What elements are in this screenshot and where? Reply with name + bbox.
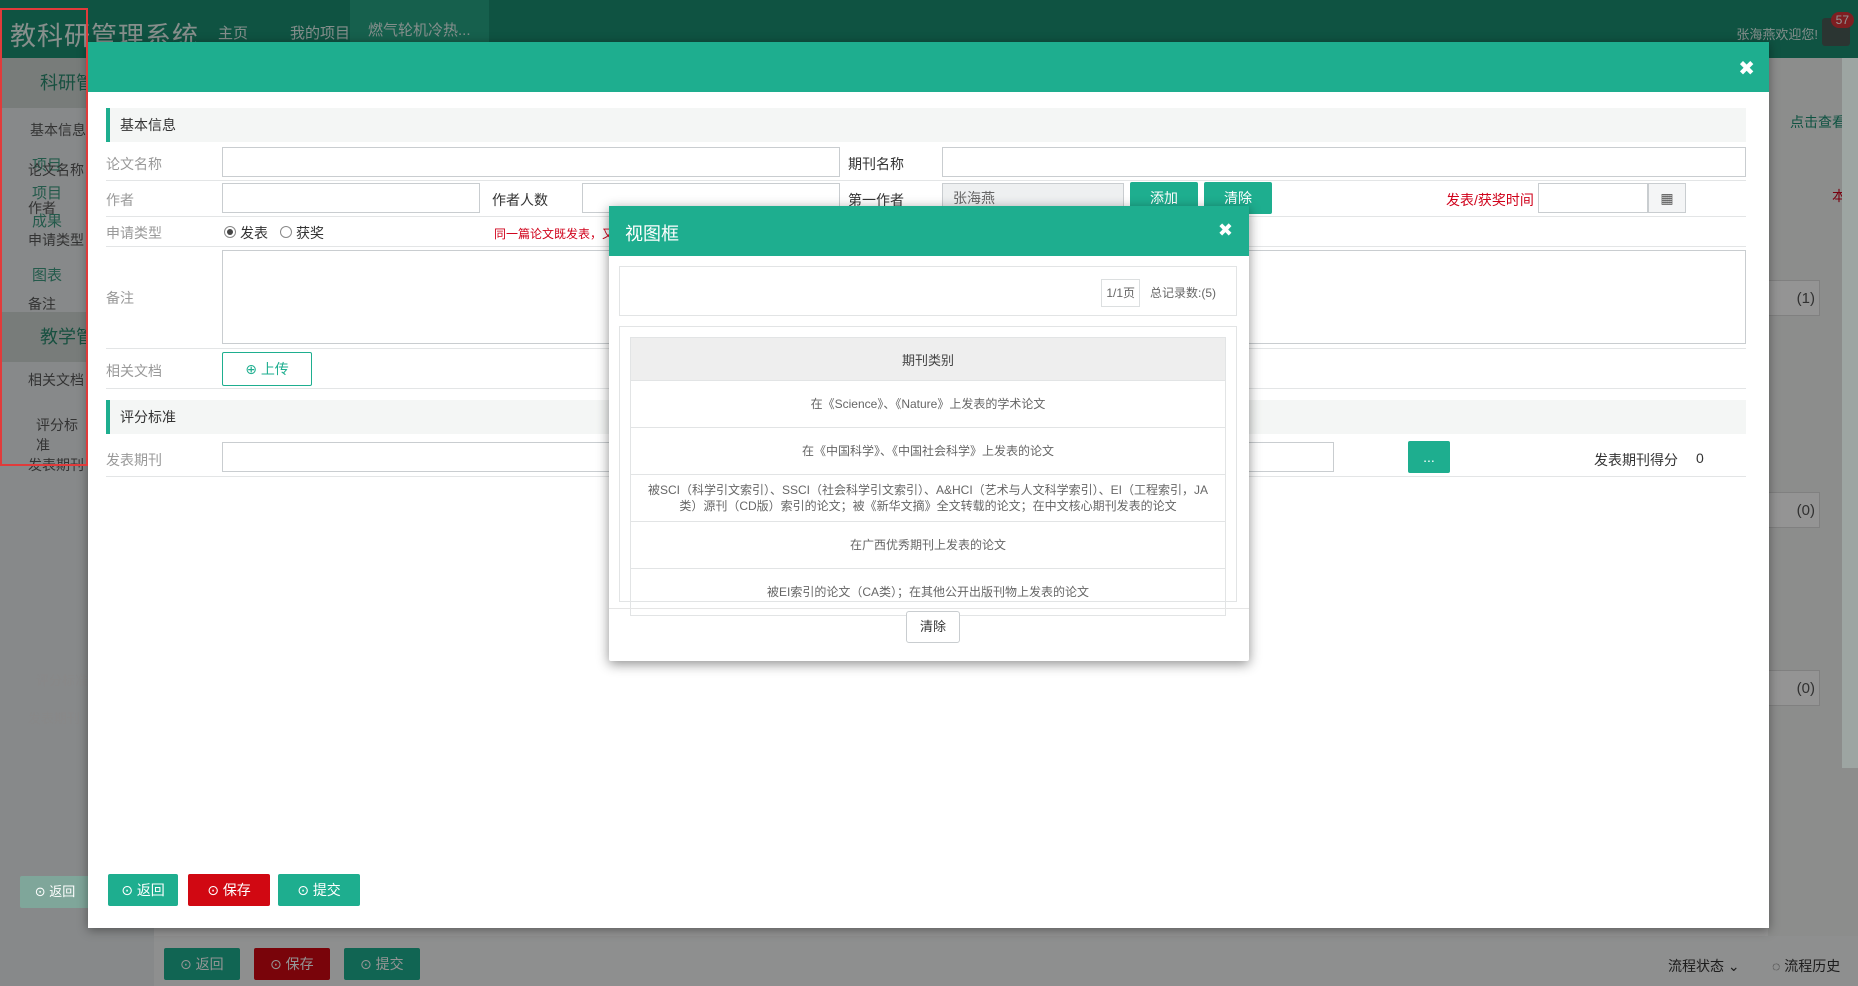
section-basic-info: 基本信息 xyxy=(106,108,1746,142)
modal-header: ✖ xyxy=(88,42,1769,92)
column-header-category: 期刊类别 xyxy=(630,337,1226,381)
label-remark: 备注 xyxy=(106,290,134,306)
table-cell[interactable]: 在广西优秀期刊上发表的论文 xyxy=(630,521,1226,569)
radio-award[interactable] xyxy=(280,226,292,238)
dialog-header: 视图框 ✖ xyxy=(609,206,1249,256)
dialog-clear-button[interactable]: 清除 xyxy=(906,611,960,643)
highlight-outline xyxy=(0,8,88,466)
ghost-score-2: 评分标准 xyxy=(36,673,89,688)
paper-name-input[interactable] xyxy=(222,147,840,177)
upload-button[interactable]: ⊕ 上传 xyxy=(222,352,312,386)
table-row[interactable]: 在《Science》、《Nature》上发表的学术论文 xyxy=(630,380,1226,428)
journal-picker-button[interactable]: ... xyxy=(1408,441,1450,473)
category-list: 期刊类别 在《Science》、《Nature》上发表的学术论文 在《中国科学》… xyxy=(619,326,1237,616)
radio-award-label: 获奖 xyxy=(296,225,324,241)
label-paper-name: 论文名称 xyxy=(106,156,162,172)
label-journal-score: 发表期刊得分 xyxy=(1594,452,1678,468)
pager: 1/1页 总记录数:(5) xyxy=(619,266,1237,316)
table-cell[interactable]: 在《Science》、《Nature》上发表的学术论文 xyxy=(630,380,1226,428)
category-table: 期刊类别 在《Science》、《Nature》上发表的学术论文 在《中国科学》… xyxy=(630,337,1226,616)
close-icon[interactable]: ✖ xyxy=(1738,56,1755,81)
pager-total: 总记录数:(5) xyxy=(1149,286,1216,300)
label-journal: 发表期刊 xyxy=(106,452,162,468)
ghost-back-label: 返回 xyxy=(49,884,76,899)
modal-back-label: 返回 xyxy=(136,882,165,898)
modal-save-label: 保存 xyxy=(222,882,251,898)
page-scrollbar[interactable] xyxy=(1842,58,1858,768)
table-row[interactable]: 被SCI（科学引文索引）、SSCI（社会科学引文索引）、A&HCI（艺术与人文科… xyxy=(630,474,1226,522)
dialog-divider xyxy=(609,608,1249,609)
table-row[interactable]: 在广西优秀期刊上发表的论文 xyxy=(630,521,1226,569)
label-author-count: 作者人数 xyxy=(492,192,548,208)
plus-circle-icon: ⊕ xyxy=(245,361,257,377)
author-input[interactable] xyxy=(222,183,480,213)
upload-label: 上传 xyxy=(260,361,289,377)
calendar-icon[interactable]: ▦ xyxy=(1648,183,1686,213)
ghost-journal-2: 发表期刊 xyxy=(28,711,81,726)
ghost-back-button[interactable]: ⊙ 返回 xyxy=(20,876,90,908)
pub-time-input[interactable] xyxy=(1538,183,1648,213)
modal-submit-button[interactable]: ⊙ 提交 xyxy=(278,874,360,906)
label-author: 作者 xyxy=(106,192,134,208)
label-journal-name: 期刊名称 xyxy=(848,156,904,172)
modal-back-button[interactable]: ⊙ 返回 xyxy=(108,874,178,906)
radio-publish-label: 发表 xyxy=(240,225,268,241)
table-cell[interactable]: 在《中国科学》、《中国社会科学》上发表的论文 xyxy=(630,427,1226,475)
pager-page[interactable]: 1/1页 xyxy=(1101,279,1140,307)
dialog-title: 视图框 xyxy=(625,224,679,244)
table-cell[interactable]: 被SCI（科学引文索引）、SSCI（社会科学引文索引）、A&HCI（艺术与人文科… xyxy=(630,474,1226,522)
row-paper-journal: 论文名称 期刊名称 xyxy=(106,144,1746,181)
duplicate-warning: 同一篇论文既发表，又获 xyxy=(494,227,627,241)
modal-save-button[interactable]: ⊙ 保存 xyxy=(188,874,270,906)
close-icon[interactable]: ✖ xyxy=(1218,220,1233,241)
label-apply-type: 申请类型 xyxy=(106,225,162,241)
journal-name-input[interactable] xyxy=(942,147,1746,177)
journal-score-value: 0 xyxy=(1696,450,1704,466)
radio-publish[interactable] xyxy=(224,226,236,238)
label-pub-time: 发表/获奖时间 xyxy=(1446,192,1534,208)
modal-submit-label: 提交 xyxy=(312,882,341,898)
table-row[interactable]: 在《中国科学》、《中国社会科学》上发表的论文 xyxy=(630,427,1226,475)
label-docs: 相关文档 xyxy=(106,363,162,379)
journal-category-dialog: 视图框 ✖ 1/1页 总记录数:(5) 期刊类别 在《Science》、《Nat… xyxy=(609,206,1249,661)
